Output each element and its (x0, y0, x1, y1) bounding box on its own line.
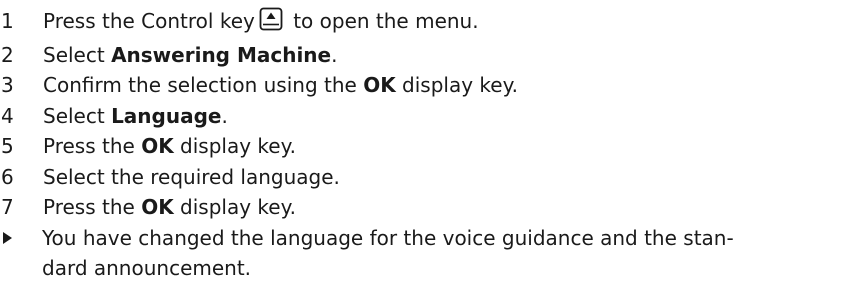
step-row: 4 Select Language. (0, 101, 849, 132)
instruction-steps: 1 Press the Control key to open the menu… (0, 0, 849, 283)
step-row: 3 Confirm the selection using the OK dis… (0, 70, 849, 101)
step-text-pre: Press the (43, 134, 142, 158)
step-text-pre: Confirm the selection using the (43, 73, 364, 97)
step-text: Select Language. (43, 101, 228, 132)
step-text-post: to open the menu. (286, 9, 479, 33)
step-text-bold: Language (111, 103, 222, 128)
step-number: 2 (1, 42, 14, 67)
control-key-up-icon (259, 7, 283, 40)
result-row: You have changed the language for the vo… (0, 223, 849, 283)
step-number: 6 (1, 164, 14, 189)
step-text-bold: Answering Machine (111, 42, 332, 67)
step-text: Press the OK display key. (43, 131, 296, 162)
step-text-pre: Press the (43, 195, 142, 219)
step-text-pre: Select (43, 103, 112, 128)
step-row: 7 Press the OK display key. (0, 192, 849, 223)
step-text-post: . (331, 42, 338, 67)
step-text: Press the OK display key. (43, 192, 296, 223)
step-row: 2 Select Answering Machine. (0, 40, 849, 71)
step-text-post: display key. (173, 195, 296, 219)
step-text: Press the Control key to open the menu. (43, 6, 479, 40)
step-row: 1 Press the Control key to open the menu… (0, 6, 849, 40)
step-text-bold: OK (363, 73, 396, 97)
step-text-pre: Select (43, 42, 112, 67)
step-text: Confirm the selection using the OK displ… (43, 70, 518, 101)
step-row: 5 Press the OK display key. (0, 131, 849, 162)
step-text-bold: OK (141, 134, 174, 158)
step-text-post: display key. (395, 73, 518, 97)
step-number: 4 (1, 103, 14, 128)
step-text-post: display key. (173, 134, 296, 158)
step-row: 6 Select the required language. (0, 162, 849, 193)
step-number: 1 (1, 9, 14, 33)
step-text-post: . (221, 103, 228, 128)
result-line-2: dard announcement. (42, 255, 252, 280)
step-text: Select Answering Machine. (43, 40, 337, 71)
result-line-1: You have changed the language for the vo… (42, 225, 734, 250)
step-text-pre: Press the Control key (43, 9, 255, 33)
result-text: You have changed the language for the vo… (42, 223, 802, 283)
result-arrow-icon (0, 223, 42, 254)
step-number: 7 (1, 195, 14, 219)
step-text-pre: Select the required language. (43, 164, 340, 189)
step-number: 5 (1, 134, 14, 158)
step-number: 3 (1, 73, 14, 97)
step-text-bold: OK (141, 195, 174, 219)
step-text: Select the required language. (43, 162, 340, 193)
